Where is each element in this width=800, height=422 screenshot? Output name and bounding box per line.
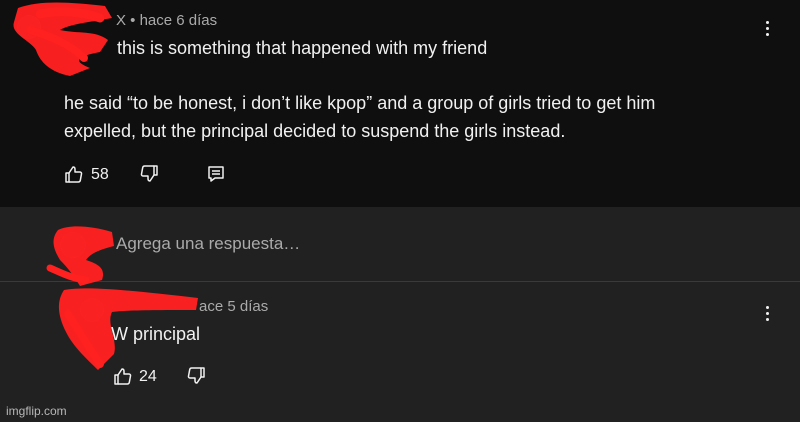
more-vertical-icon[interactable]	[757, 17, 777, 39]
comment-text-line-1: this is something that happened with my …	[117, 38, 488, 58]
comment-text-line-3: expelled, but the principal decided to s…	[64, 121, 566, 141]
thumbs-up-icon[interactable]	[64, 164, 84, 184]
comment-meta: X • hace 6 días	[116, 12, 218, 29]
reply-input[interactable]: Agrega una respuesta…	[116, 231, 716, 257]
like-count: 58	[91, 166, 109, 183]
reply-icon[interactable]	[206, 164, 226, 184]
thumbs-down-icon[interactable]	[139, 164, 159, 184]
redaction-mark-middle	[46, 226, 114, 286]
comment-text-line-2: he said “to be honest, i don’t like kpop…	[64, 93, 656, 113]
reply-meta: ace 5 días	[199, 298, 269, 315]
more-vertical-icon[interactable]	[757, 302, 777, 324]
redaction-mark-bottom	[58, 288, 199, 370]
watermark: imgflip.com	[6, 404, 67, 418]
redaction-mark-top	[13, 2, 112, 76]
divider	[0, 281, 800, 282]
